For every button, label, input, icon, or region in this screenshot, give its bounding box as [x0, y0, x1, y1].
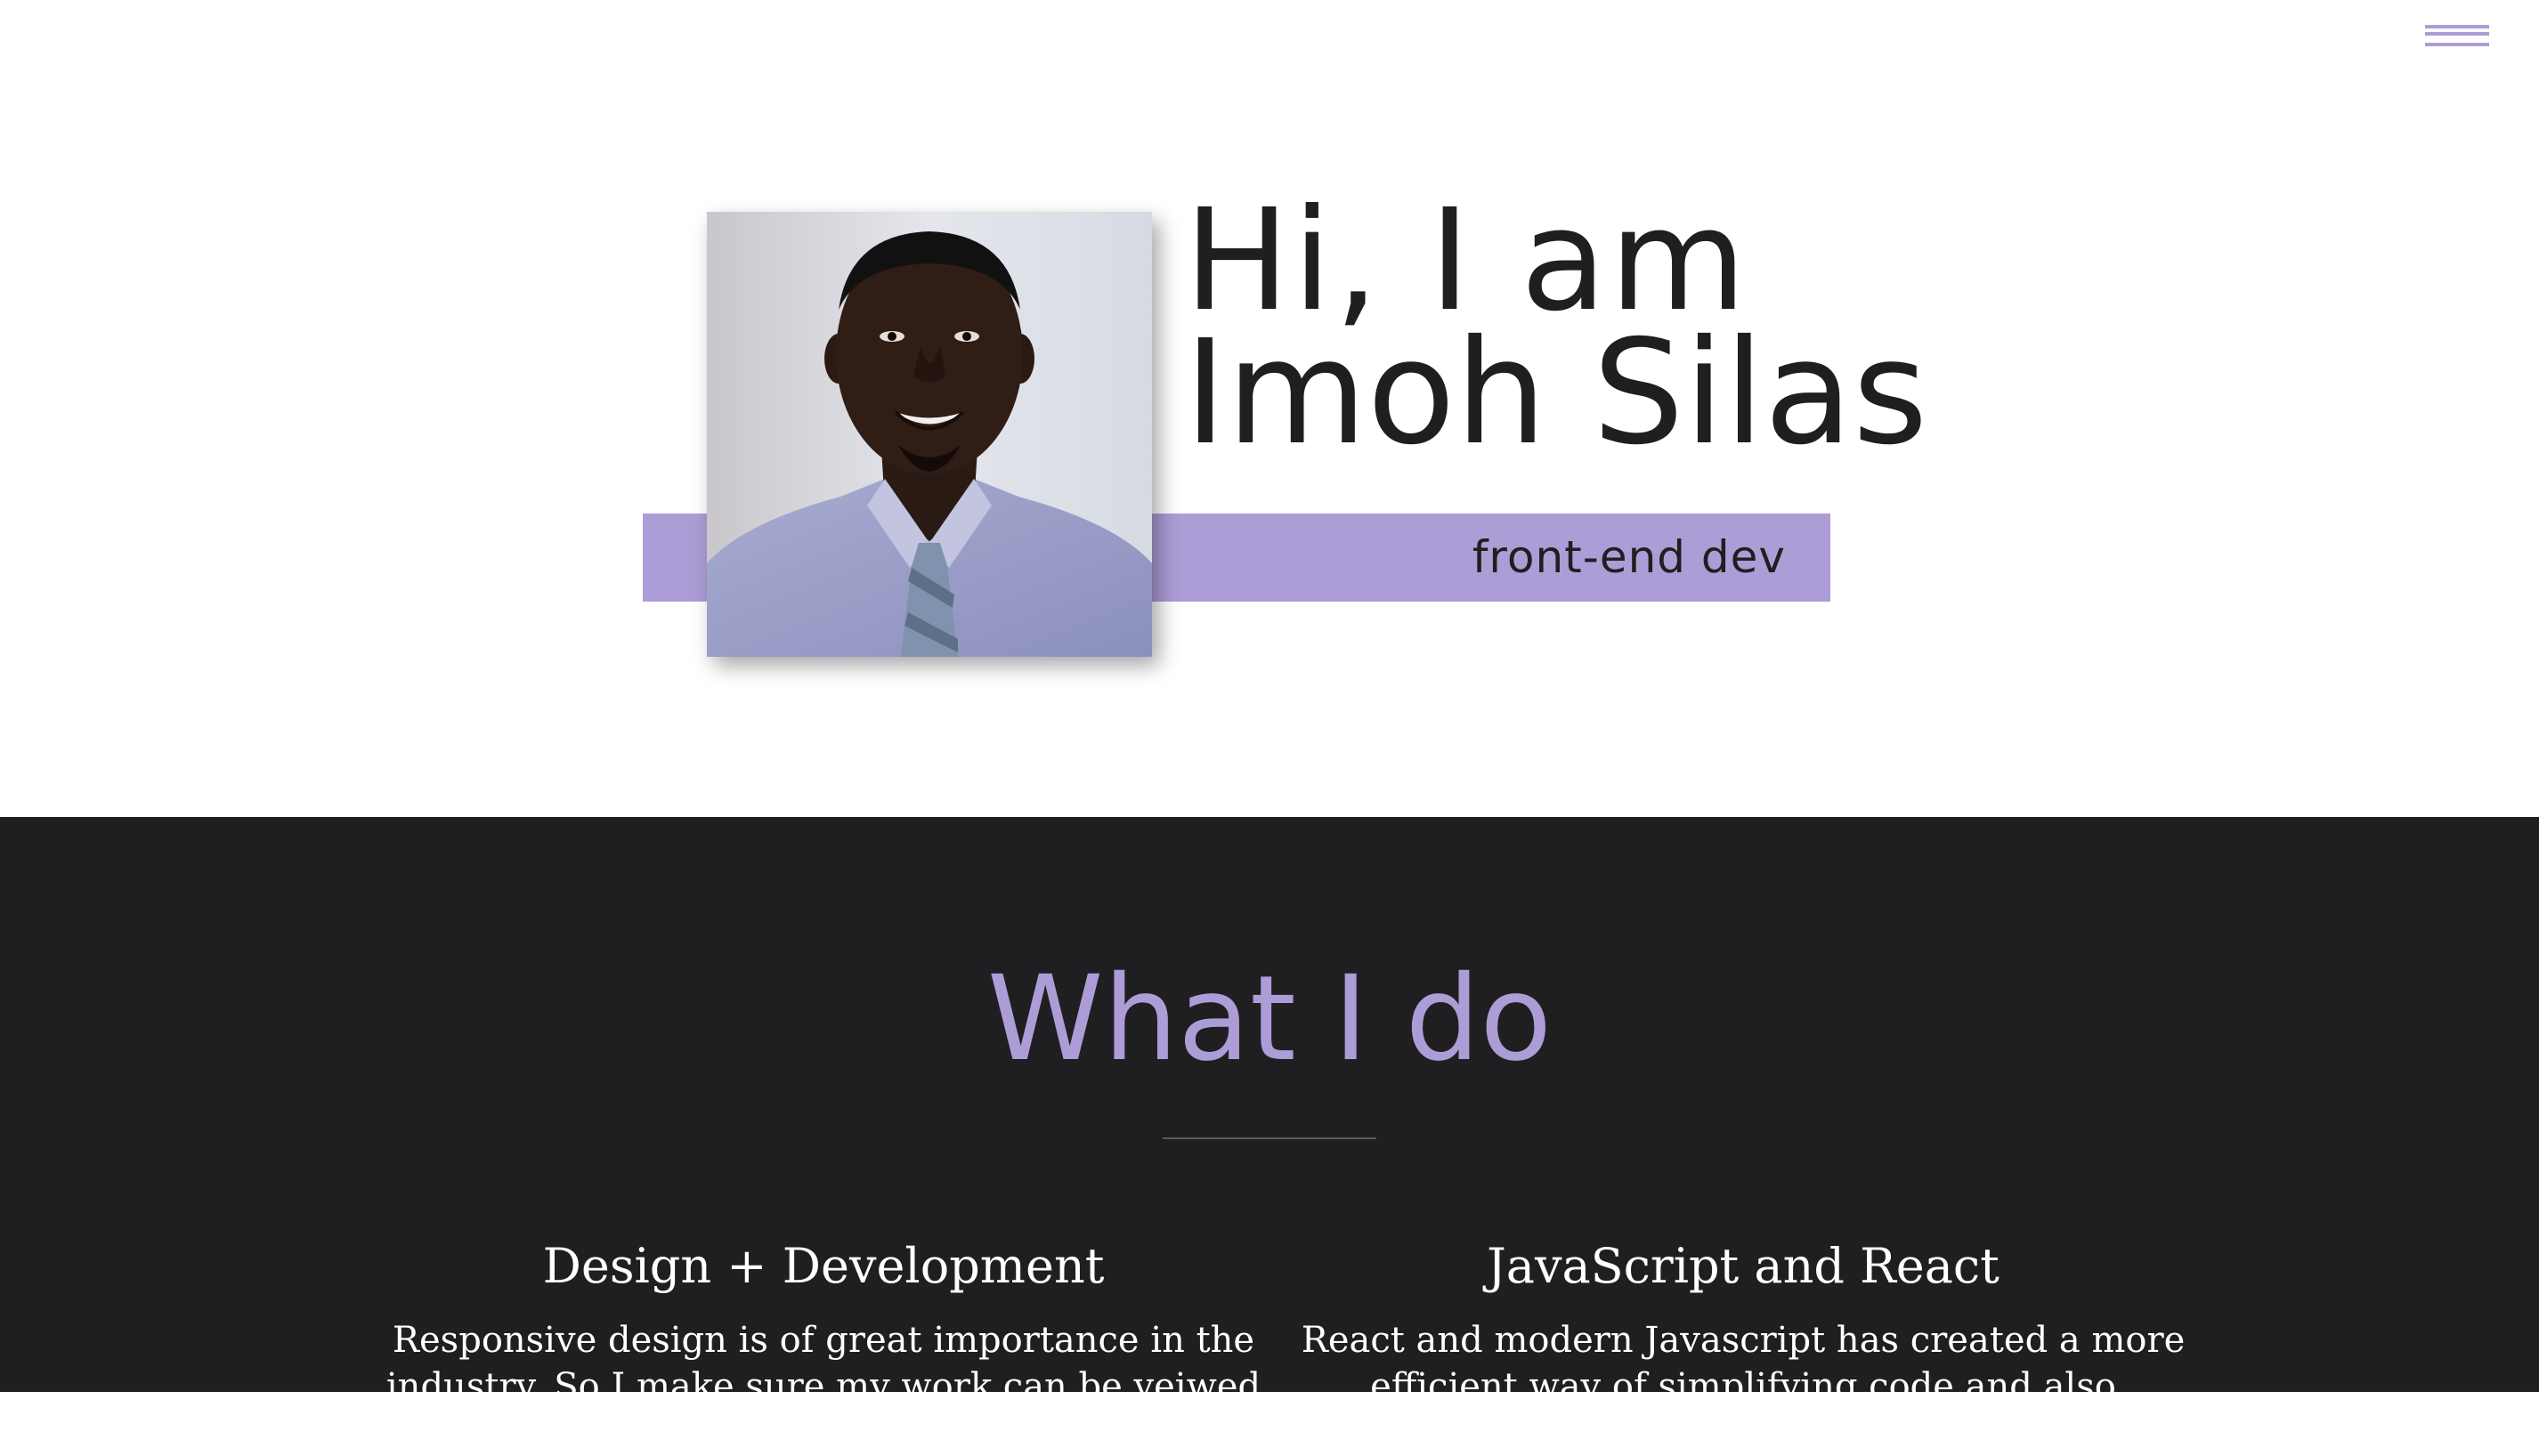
- service-card-design: Design + Development Responsive design i…: [352, 1235, 1295, 1456]
- service-card-javascript: JavaScript and React React and modern Ja…: [1271, 1235, 2215, 1410]
- service-description: Responsive design is of great importance…: [385, 1320, 1261, 1453]
- hamburger-menu-icon[interactable]: [2425, 25, 2489, 52]
- service-title: Design + Development: [542, 1238, 1105, 1294]
- hero-greeting: Hi, I am: [1184, 179, 1749, 343]
- service-title: JavaScript and React: [1487, 1238, 2000, 1294]
- section-title: What I do: [986, 950, 1553, 1088]
- hero-name: Imoh Silas: [1184, 310, 1928, 477]
- service-description: React and modern Javascript has created …: [1301, 1320, 2186, 1407]
- menu-bar-top: [2425, 25, 2489, 28]
- menu-bar-bottom: [2425, 43, 2489, 46]
- hero-section: front-end dev Hi, I am Imoh Silas: [0, 0, 2539, 817]
- role-label: front-end dev: [1472, 531, 1786, 583]
- menu-bar-middle: [2425, 32, 2489, 36]
- what-i-do-section: What I do Design + Development Responsiv…: [0, 817, 2539, 1453]
- portrait-illustration: [707, 212, 1152, 657]
- section-divider: [1163, 1137, 1376, 1139]
- portrait-image: [707, 212, 1152, 657]
